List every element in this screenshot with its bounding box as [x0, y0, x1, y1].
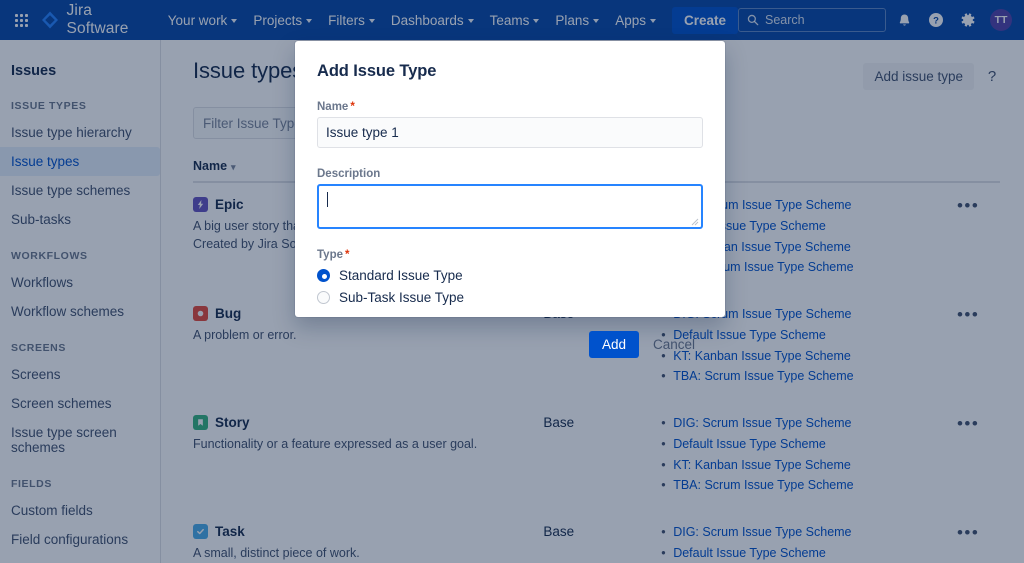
dialog-title: Add Issue Type	[317, 62, 437, 80]
add-issue-type-dialog: Add Issue Type Name * Issue type 1 Descri…	[295, 41, 725, 358]
type-field-label: Type *	[317, 249, 703, 261]
radio-label: Sub-Task Issue Type	[339, 290, 465, 305]
required-asterisk: *	[345, 249, 350, 261]
radio-standard-issue-type[interactable]: Standard Issue Type	[317, 268, 703, 283]
name-field[interactable]: Issue type 1	[317, 117, 703, 148]
type-label-text: Type	[317, 249, 343, 261]
description-field-label: Description	[317, 168, 381, 180]
description-field[interactable]	[317, 184, 703, 229]
dialog-actions: Add Cancel	[317, 331, 703, 358]
radio-label: Standard Issue Type	[339, 268, 463, 283]
app-root: Jira Software Your work Projects Filters…	[0, 0, 1024, 563]
cancel-button[interactable]: Cancel	[645, 331, 703, 358]
add-button[interactable]: Add	[588, 331, 639, 358]
radio-button-icon[interactable]	[317, 291, 330, 304]
radio-sub-task-issue-type[interactable]: Sub-Task Issue Type	[317, 290, 703, 305]
text-cursor	[327, 191, 328, 207]
required-asterisk: *	[350, 101, 355, 113]
resize-handle-icon[interactable]	[691, 218, 699, 226]
name-field-value: Issue type 1	[326, 125, 399, 140]
name-field-label: Name *	[317, 101, 703, 113]
radio-button-icon[interactable]	[317, 269, 330, 282]
name-label-text: Name	[317, 101, 349, 113]
